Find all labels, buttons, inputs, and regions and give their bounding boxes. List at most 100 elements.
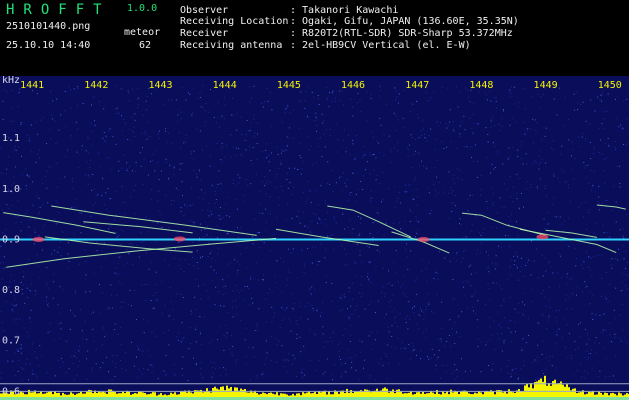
noise-speck	[400, 286, 402, 288]
noise-speck	[24, 302, 26, 304]
noise-speck	[451, 298, 453, 300]
noise-speck	[523, 365, 525, 367]
noise-speck	[173, 174, 175, 175]
noise-speck	[379, 117, 381, 119]
noise-speck	[457, 370, 459, 372]
noise-speck	[299, 100, 301, 102]
noise-speck	[145, 216, 147, 218]
noise-speck	[402, 292, 404, 294]
noise-speck	[603, 128, 605, 130]
noise-speck	[109, 225, 111, 227]
noise-speck	[73, 88, 75, 90]
noise-speck	[417, 229, 419, 231]
noise-speck	[111, 379, 113, 381]
noise-speck	[209, 155, 211, 157]
noise-speck	[73, 363, 74, 364]
noise-speck	[92, 328, 94, 330]
noise-speck	[521, 157, 522, 159]
noise-speck	[569, 201, 571, 203]
noise-speck	[623, 258, 625, 260]
app-brand: HROFFT	[6, 2, 111, 18]
noise-speck	[593, 318, 595, 320]
noise-speck	[225, 203, 227, 205]
noise-speck	[445, 371, 447, 373]
noise-speck	[402, 117, 404, 119]
noise-speck	[265, 351, 267, 353]
noise-speck	[521, 257, 522, 259]
noise-speck	[200, 257, 202, 259]
noise-speck	[84, 249, 86, 251]
noise-speck	[453, 129, 455, 131]
noise-speck	[599, 139, 601, 141]
noise-speck	[13, 304, 15, 306]
noise-speck	[425, 268, 427, 270]
noise-speck	[226, 215, 228, 217]
noise-speck	[93, 273, 95, 275]
noise-speck	[508, 359, 510, 361]
noise-speck	[624, 268, 626, 269]
noise-speck	[491, 187, 493, 188]
noise-speck	[341, 298, 343, 300]
noise-speck	[542, 314, 544, 316]
noise-speck	[245, 356, 247, 358]
noise-speck	[501, 288, 503, 290]
noise-speck	[603, 170, 605, 172]
noise-speck	[225, 324, 227, 326]
noise-speck	[515, 251, 517, 253]
noise-speck	[487, 283, 489, 285]
noise-speck	[379, 86, 380, 88]
noise-speck	[340, 363, 342, 364]
noise-speck	[356, 135, 358, 136]
noise-speck	[199, 92, 201, 94]
noise-speck	[480, 194, 481, 196]
noise-speck	[356, 243, 358, 245]
noise-speck	[613, 185, 615, 187]
noise-speck	[46, 267, 48, 269]
noise-speck	[499, 285, 501, 287]
noise-speck	[197, 98, 199, 100]
noise-speck	[32, 370, 34, 372]
noise-speck	[503, 183, 505, 185]
noise-speck	[491, 163, 493, 165]
noise-speck	[166, 373, 168, 375]
noise-speck	[534, 160, 536, 162]
noise-speck	[300, 91, 302, 93]
noise-speck	[438, 338, 440, 340]
noise-speck	[49, 129, 51, 131]
noise-speck	[284, 109, 286, 111]
noise-speck	[60, 255, 62, 257]
noise-speck	[618, 126, 620, 128]
noise-speck	[590, 158, 592, 159]
noise-speck	[283, 366, 285, 368]
noise-speck	[26, 175, 28, 177]
noise-speck	[623, 100, 625, 102]
noise-speck	[559, 285, 561, 287]
noise-speck	[401, 342, 403, 343]
noise-speck	[246, 267, 248, 269]
noise-speck	[359, 99, 361, 100]
noise-speck	[339, 100, 341, 102]
noise-speck	[98, 152, 100, 154]
noise-speck	[25, 363, 27, 365]
noise-speck	[577, 347, 579, 349]
noise-speck	[5, 301, 7, 302]
noise-speck	[114, 219, 116, 221]
y-tick-label: 0.8	[2, 285, 20, 296]
noise-speck	[105, 140, 107, 142]
noise-speck	[63, 288, 65, 290]
noise-speck	[513, 264, 515, 266]
noise-speck	[504, 317, 505, 319]
noise-speck	[305, 201, 307, 203]
noise-speck	[384, 295, 386, 297]
noise-speck	[104, 336, 106, 338]
noise-speck	[480, 175, 482, 177]
noise-speck	[256, 143, 258, 144]
noise-speck	[404, 220, 406, 222]
noise-speck	[296, 376, 297, 377]
noise-speck	[295, 357, 296, 359]
noise-speck	[159, 190, 161, 192]
noise-speck	[351, 313, 353, 315]
noise-speck	[164, 374, 166, 376]
noise-speck	[150, 93, 152, 95]
noise-speck	[342, 213, 344, 215]
